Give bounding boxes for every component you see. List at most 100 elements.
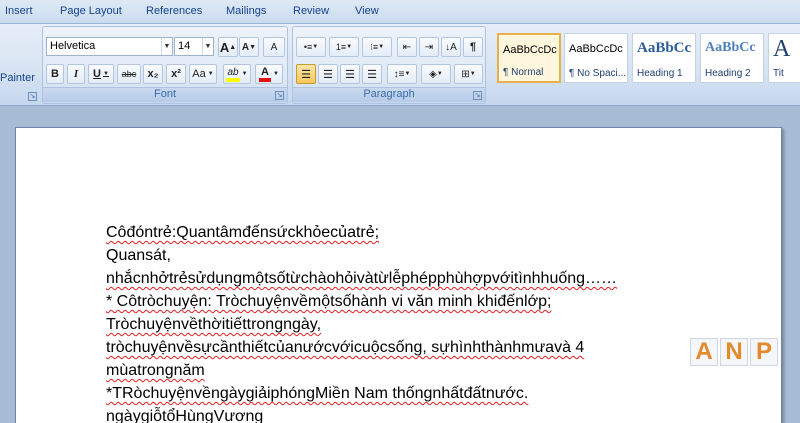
- style-preview: AaBbCcDc: [503, 44, 557, 56]
- justify-icon: ☰: [367, 68, 377, 81]
- doc-line: nhắcnhởtrẻsửdụngmộtsốtừchàohỏivàtừlễphép…: [106, 270, 618, 287]
- paragraph-dialog-launcher-icon[interactable]: ↘: [473, 91, 482, 100]
- italic-icon: I: [73, 68, 79, 80]
- ribbon-tab-bar: Insert Page Layout References Mailings R…: [0, 0, 800, 24]
- tab-review[interactable]: Review: [293, 5, 329, 17]
- underline-icon: U: [93, 68, 101, 80]
- style-heading-1[interactable]: AaBbCc Heading 1: [632, 33, 696, 83]
- format-painter-label[interactable]: Painter: [0, 72, 35, 84]
- styles-gallery: AaBbCcDc ¶ Normal AaBbCcDc ¶ No Spaci...…: [494, 26, 800, 104]
- show-marks-button[interactable]: ¶: [463, 37, 483, 57]
- line-spacing-button[interactable]: ↕≡ ▼: [387, 64, 417, 84]
- shrink-font-button[interactable]: A ▼: [239, 37, 259, 57]
- style-preview: AaBbCc: [705, 40, 756, 55]
- borders-icon: ⊞: [461, 68, 470, 80]
- style-no-spacing[interactable]: AaBbCcDc ¶ No Spaci...: [564, 33, 628, 83]
- shading-button[interactable]: ◈ ▼: [421, 64, 451, 84]
- doc-line: ngàygiỗtổHùngVương: [106, 408, 264, 423]
- decrease-indent-button[interactable]: ⇤: [397, 37, 417, 57]
- style-name: Tit: [773, 68, 784, 79]
- chevron-down-icon[interactable]: ▼: [161, 38, 172, 55]
- chevron-down-icon[interactable]: ▼: [202, 38, 213, 55]
- style-name: Heading 1: [637, 68, 683, 79]
- tab-page-layout[interactable]: Page Layout: [60, 5, 122, 17]
- document-body[interactable]: Côđóntrẻ:Quantâmđếnsứckhỏecủatrẻ; Quansá…: [106, 221, 617, 423]
- numbering-button[interactable]: 1≡ ▼: [329, 37, 359, 57]
- paint-bucket-icon: ◈: [429, 68, 437, 80]
- align-left-icon: ☰: [301, 68, 311, 81]
- align-right-button[interactable]: ☰: [340, 64, 360, 84]
- doc-line: *TRòchuyệnvềngàygiảiphóngMiền Nam thốngn…: [106, 385, 529, 402]
- style-preview: AaBbCc: [637, 40, 692, 56]
- change-case-icon: Aa: [192, 68, 206, 80]
- style-preview: AaBbCcDc: [569, 43, 623, 55]
- underline-button[interactable]: U ▼: [88, 64, 114, 84]
- numbered-list-icon: 1≡: [335, 42, 347, 52]
- change-case-button[interactable]: Aa ▼: [189, 64, 217, 84]
- increase-indent-icon: ⇥: [424, 41, 434, 53]
- anp-letter: P: [750, 338, 778, 366]
- line-spacing-icon: ↕≡: [393, 68, 405, 80]
- anp-letter: N: [720, 338, 748, 366]
- eraser-icon: A: [270, 41, 278, 53]
- align-left-button[interactable]: ☰: [296, 64, 316, 84]
- font-color-icon: A: [259, 66, 271, 82]
- justify-button[interactable]: ☰: [362, 64, 382, 84]
- clipboard-launcher-icon[interactable]: ↘: [28, 92, 37, 101]
- font-color-button[interactable]: A ▼: [255, 64, 283, 84]
- tab-references[interactable]: References: [146, 5, 202, 17]
- bullet-list-icon: •≡: [303, 42, 313, 52]
- subscript-icon: x₂: [147, 68, 159, 80]
- doc-line: Côđóntrẻ:Quantâmđếnsứckhỏecủatrẻ;: [106, 224, 380, 241]
- multilevel-list-button[interactable]: ⁝≡ ▼: [362, 37, 392, 57]
- font-name-value: Helvetica: [50, 40, 96, 52]
- superscript-icon: x²: [171, 68, 181, 80]
- align-center-icon: ☰: [323, 68, 333, 81]
- doc-line: Tròchuyệnvềthờitiếttrongngày,: [106, 316, 322, 333]
- document-area: Côđóntrẻ:Quantâmđếnsứckhỏecủatrẻ; Quansá…: [0, 107, 800, 423]
- highlighter-icon: ab: [226, 67, 240, 82]
- font-name-combo[interactable]: Helvetica ▼: [46, 37, 173, 56]
- paragraph-group: •≡ ▼ 1≡ ▼ ⁝≡ ▼ ⇤ ⇥ ↓A ¶ ☰ ☰ ☰ ☰ ↕≡ ▼ ◈ ▼ ⊞ ▼ P…: [292, 26, 486, 104]
- borders-button[interactable]: ⊞ ▼: [454, 64, 483, 84]
- strikethrough-icon: abc: [121, 69, 137, 79]
- style-name: ¶ No Spaci...: [569, 68, 627, 79]
- tab-insert[interactable]: Insert: [5, 5, 33, 17]
- subscript-button[interactable]: x₂: [143, 64, 163, 84]
- clear-formatting-button[interactable]: A: [263, 37, 285, 57]
- font-size-value: 14: [178, 40, 191, 52]
- font-dialog-launcher-icon[interactable]: ↘: [275, 91, 284, 100]
- doc-line: mùatrongnăm: [106, 362, 205, 379]
- doc-line: Quansát,: [106, 247, 171, 264]
- sort-button[interactable]: ↓A: [441, 37, 461, 57]
- anp-subtitle: MÁY TÍNH - CAMERA: [692, 370, 779, 377]
- document-page[interactable]: Côđóntrẻ:Quantâmđếnsứckhỏecủatrẻ; Quansá…: [15, 127, 782, 423]
- style-preview: A: [773, 36, 791, 62]
- font-size-combo[interactable]: 14 ▼: [174, 37, 214, 56]
- sort-icon: ↓A: [445, 41, 457, 53]
- font-group: Helvetica ▼ 14 ▼ A ▲ A ▼ A B I U ▼ abc x₂ x…: [42, 26, 288, 104]
- superscript-button[interactable]: x²: [166, 64, 186, 84]
- style-title[interactable]: A Tit: [768, 33, 800, 83]
- tab-view[interactable]: View: [355, 5, 379, 17]
- increase-indent-button[interactable]: ⇥: [419, 37, 439, 57]
- grow-font-button[interactable]: A ▲: [218, 37, 238, 57]
- decrease-indent-icon: ⇤: [402, 41, 412, 53]
- tab-mailings[interactable]: Mailings: [226, 5, 266, 17]
- highlight-button[interactable]: ab ▼: [223, 64, 251, 84]
- pilcrow-icon: ¶: [469, 41, 477, 53]
- grow-font-icon: A: [219, 39, 230, 55]
- style-heading-2[interactable]: AaBbCc Heading 2: [700, 33, 764, 83]
- anp-watermark-logo: A N P MÁY TÍNH - CAMERA 098 772 0 772 WW…: [690, 338, 800, 418]
- bold-button[interactable]: B: [46, 64, 64, 84]
- strikethrough-button[interactable]: abc: [117, 64, 141, 84]
- italic-button[interactable]: I: [67, 64, 85, 84]
- bullets-button[interactable]: •≡ ▼: [296, 37, 326, 57]
- shrink-font-icon: A: [241, 41, 250, 53]
- anp-letter: A: [690, 338, 718, 366]
- style-name: ¶ Normal: [503, 67, 544, 78]
- align-center-button[interactable]: ☰: [318, 64, 338, 84]
- ribbon: Painter ↘ Helvetica ▼ 14 ▼ A ▲ A ▼ A B I U…: [0, 24, 800, 106]
- style-normal[interactable]: AaBbCcDc ¶ Normal: [497, 33, 561, 83]
- bold-icon: B: [51, 68, 59, 80]
